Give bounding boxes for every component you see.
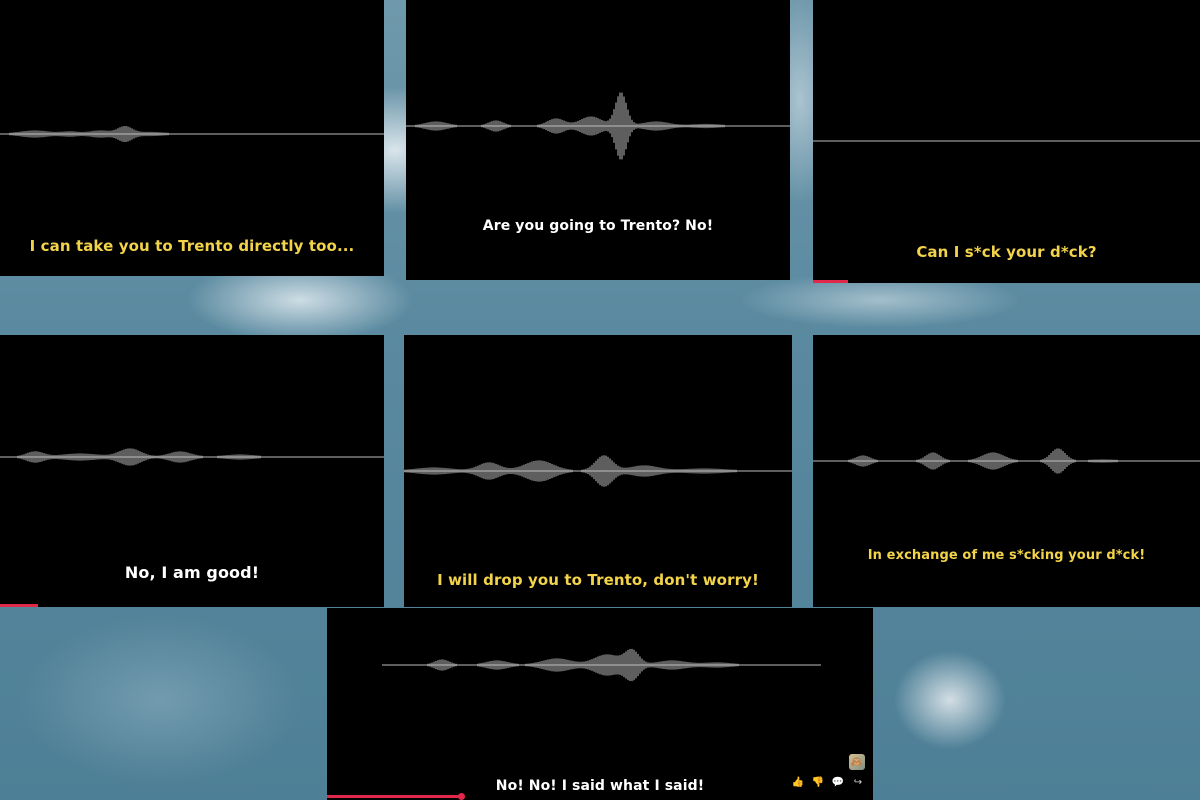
avatar[interactable]: 🙈 xyxy=(849,754,865,770)
video-panel-6[interactable]: In exchange of me s*cking your d*ck! xyxy=(813,335,1200,607)
waveform xyxy=(813,448,1200,474)
share-icon[interactable]: ↪ xyxy=(851,776,865,790)
subtitle: I will drop you to Trento, don't worry! xyxy=(437,571,759,589)
comment-icon[interactable]: 💬 xyxy=(831,776,845,790)
progress-bar[interactable] xyxy=(813,280,848,283)
video-panel-2[interactable]: Are you going to Trento? No! xyxy=(406,0,790,280)
thumbs-down-icon[interactable]: 👎 xyxy=(811,776,825,790)
progress-bar[interactable] xyxy=(327,793,465,800)
video-panel-1[interactable]: I can take you to Trento directly too... xyxy=(0,0,384,276)
waveform xyxy=(813,140,1200,142)
subtitle: Are you going to Trento? No! xyxy=(482,218,714,234)
action-bar: 🙈 👍 👎 💬 ↪ xyxy=(791,754,865,790)
progress-bar[interactable] xyxy=(0,604,38,607)
subtitle: In exchange of me s*cking your d*ck! xyxy=(867,548,1146,563)
waveform xyxy=(406,92,790,160)
video-panel-4[interactable]: No, I am good! xyxy=(0,335,384,607)
action-buttons: 👍 👎 💬 ↪ xyxy=(791,776,865,790)
waveform xyxy=(0,125,384,143)
subtitle: I can take you to Trento directly too... xyxy=(29,237,355,255)
thumbs-up-icon[interactable]: 👍 xyxy=(791,776,805,790)
video-panel-7[interactable]: No! No! I said what I said! 🙈 👍 👎 💬 ↪ xyxy=(327,608,873,800)
progress-handle[interactable] xyxy=(458,793,465,800)
video-panel-3[interactable]: Can I s*ck your d*ck? xyxy=(813,0,1200,283)
video-panel-5[interactable]: I will drop you to Trento, don't worry! xyxy=(404,335,792,607)
waveform xyxy=(404,455,792,487)
subtitle: No, I am good! xyxy=(124,563,260,582)
subtitle: Can I s*ck your d*ck? xyxy=(916,243,1097,261)
